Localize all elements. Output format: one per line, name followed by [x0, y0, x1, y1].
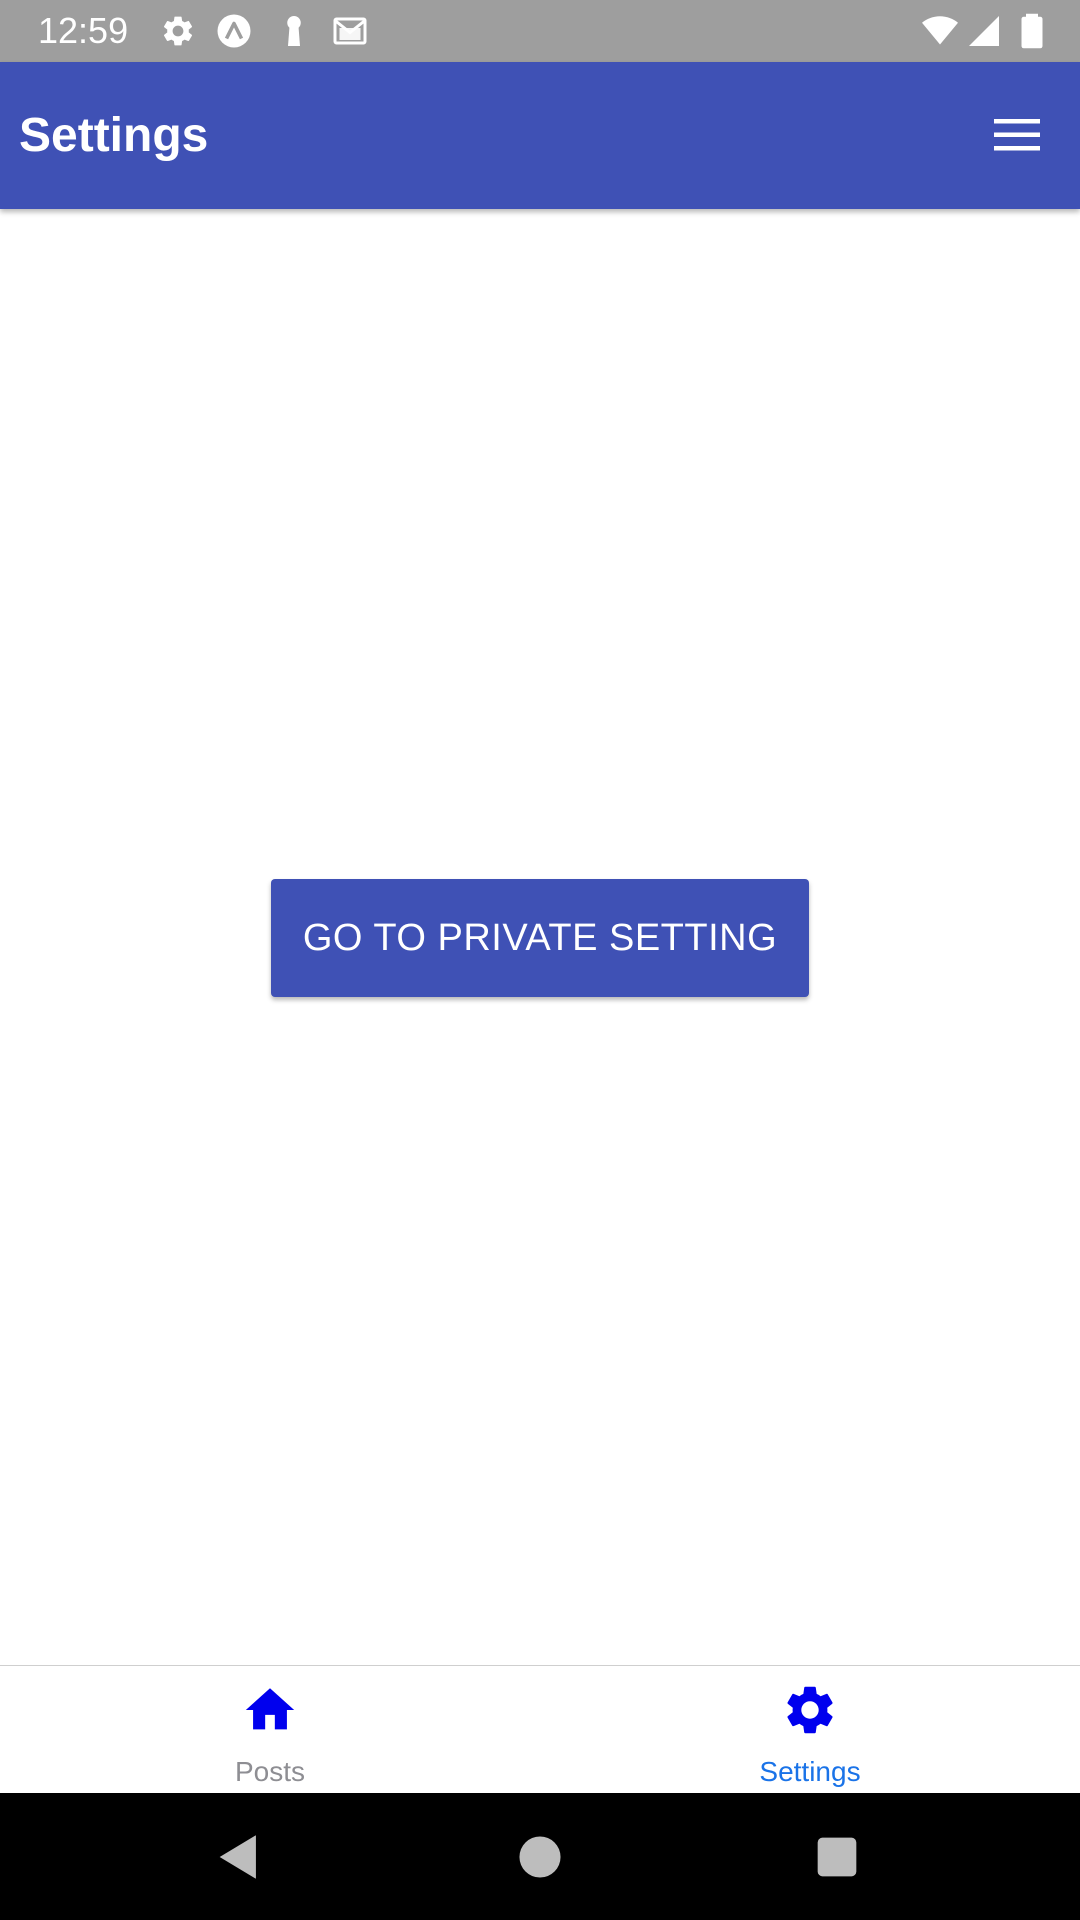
- menu-button[interactable]: [984, 102, 1050, 168]
- home-circle-icon[interactable]: [511, 1828, 569, 1886]
- mail-icon: [332, 13, 368, 49]
- battery-icon: [1014, 13, 1050, 49]
- cell-signal-icon: [966, 13, 1002, 49]
- system-nav-bar: [0, 1793, 1080, 1920]
- back-icon[interactable]: [210, 1828, 268, 1886]
- recents-icon[interactable]: [808, 1828, 866, 1886]
- tab-posts[interactable]: Posts: [0, 1666, 540, 1794]
- tab-settings[interactable]: Settings: [540, 1666, 1080, 1794]
- status-bar: 12:59: [0, 0, 1080, 62]
- go-to-private-setting-button[interactable]: GO TO PRIVATE SETTING: [271, 879, 809, 997]
- status-time: 12:59: [38, 10, 129, 51]
- page-title: Settings: [19, 109, 209, 162]
- tab-label-posts: Posts: [234, 1756, 306, 1787]
- main-content: GO TO PRIVATE SETTING: [0, 209, 1080, 1665]
- tab-label-settings: Settings: [759, 1756, 861, 1787]
- bottom-tab-bar: Posts Settings: [0, 1665, 1080, 1794]
- keyhole-icon: [276, 13, 312, 49]
- home-icon: [241, 1681, 299, 1739]
- gear-icon: [160, 13, 196, 49]
- app-bar: Settings: [0, 62, 1080, 209]
- hamburger-menu-icon: [994, 118, 1040, 152]
- app-a-icon: [216, 13, 252, 49]
- wifi-icon: [922, 13, 958, 49]
- phone-screen: 12:59 Settings GO TO PRIVATE SETTING Pos…: [0, 0, 1080, 1920]
- gear-icon: [781, 1681, 839, 1739]
